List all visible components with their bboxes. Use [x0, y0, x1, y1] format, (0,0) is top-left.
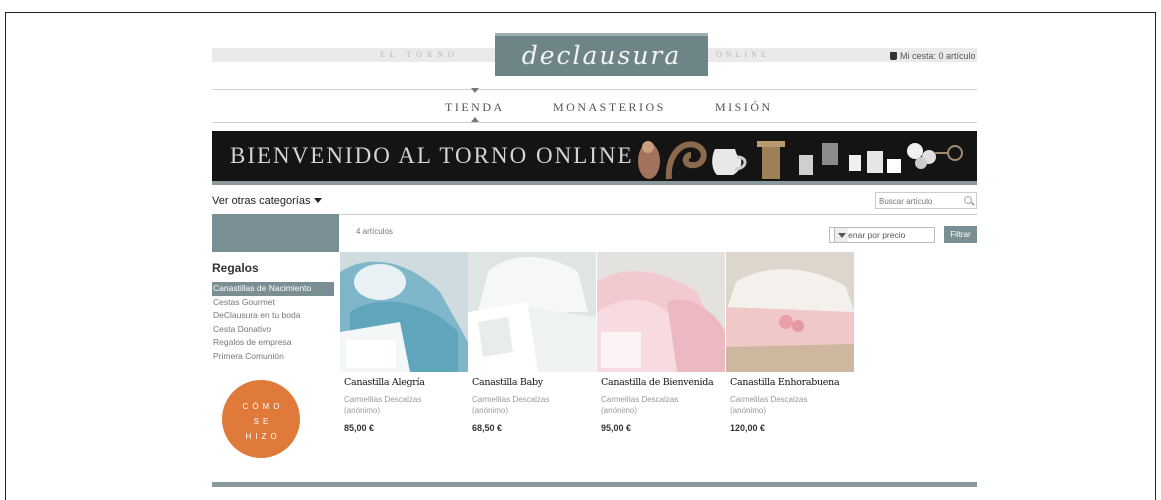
product-name[interactable]: Canastilla Enhorabuena — [730, 377, 840, 388]
product-vendor: Carmelitas Descalzas (anónimo) — [344, 394, 421, 416]
sort-select[interactable]: Ordenar por precio — [829, 227, 935, 243]
product-image[interactable] — [468, 252, 596, 372]
product-name[interactable]: Canastilla Alegría — [344, 377, 425, 388]
product-vendor: Carmelitas Descalzas (anónimo) — [472, 394, 549, 416]
sidebar-category-list: Canastillas de Nacimiento Cestas Gourmet… — [212, 282, 334, 363]
product-vendor-name: Carmelitas Descalzas — [344, 395, 422, 404]
nav-item-mision[interactable]: MISIÓN — [715, 100, 773, 115]
product-author: (anónimo) — [601, 406, 638, 415]
caret-down-icon — [314, 198, 323, 203]
filter-button[interactable]: Filtrar — [944, 226, 977, 243]
search-box[interactable] — [875, 192, 977, 209]
product-price: 68,50 € — [472, 423, 503, 433]
product-author: (anónimo) — [472, 406, 509, 415]
product-name[interactable]: Canastilla Baby — [472, 377, 543, 388]
sidebar-title: Regalos — [212, 261, 259, 275]
product-price: 95,00 € — [601, 423, 632, 433]
nav-item-tienda[interactable]: TIENDA — [445, 100, 505, 115]
list-header-rule — [340, 214, 977, 215]
sidebar-item-canastillas[interactable]: Canastillas de Nacimiento — [212, 282, 334, 296]
product-vendor: Carmelitas Descalzas (anónimo) — [730, 394, 807, 416]
header-tagline-left: EL TORNO — [380, 50, 459, 59]
product-name[interactable]: Canastilla de Bienvenida — [601, 377, 714, 388]
categories-label: Ver otras categorías — [212, 195, 311, 207]
nav-item-monasterios[interactable]: MONASTERIOS — [553, 100, 666, 115]
product-image[interactable] — [340, 252, 468, 372]
sidebar-item-cestas-gourmet[interactable]: Cestas Gourmet — [212, 296, 334, 310]
product-price: 85,00 € — [344, 423, 375, 433]
search-icon[interactable] — [964, 196, 972, 204]
site-logo[interactable]: declausura — [495, 33, 708, 76]
footer-bar — [212, 482, 977, 487]
product-vendor: Carmelitas Descalzas (anónimo) — [601, 394, 678, 416]
nav-bottom-rule — [212, 122, 977, 123]
badge-line-1: CÓMO — [242, 402, 284, 411]
badge-line-2: SE — [253, 417, 273, 426]
shopping-bag-icon — [890, 52, 897, 60]
sidebar-item-regalos-empresa[interactable]: Regalos de empresa — [212, 336, 334, 350]
sidebar-item-cesta-donativo[interactable]: Cesta Donativo — [212, 323, 334, 337]
product-image[interactable] — [726, 252, 854, 372]
product-card[interactable]: Canastilla Enhorabuena Carmelitas Descal… — [726, 252, 854, 433]
product-card[interactable]: Canastilla Alegría Carmelitas Descalzas (… — [340, 252, 468, 433]
badge-line-3: HIZO — [245, 432, 281, 441]
nav-indicator-down-icon — [471, 88, 479, 93]
product-card[interactable]: Canastilla de Bienvenida Carmelitas Desc… — [597, 252, 725, 433]
cart-label: Mi cesta: 0 artículo — [900, 51, 976, 61]
product-author: (anónimo) — [730, 406, 767, 415]
logo-text: declausura — [521, 41, 682, 70]
header-tagline-right: ONLINE — [716, 50, 770, 59]
sidebar-item-boda[interactable]: DeClausura en tu boda — [212, 309, 334, 323]
product-vendor-name: Carmelitas Descalzas — [601, 395, 679, 404]
banner-objects-image — [638, 141, 963, 180]
product-price: 120,00 € — [730, 423, 766, 433]
product-author: (anónimo) — [344, 406, 381, 415]
sidebar-header-box — [212, 214, 339, 252]
banner-title: BIENVENIDO AL TORNO ONLINE — [230, 143, 634, 168]
product-image[interactable] — [597, 252, 725, 372]
banner-underline — [212, 181, 977, 185]
categories-dropdown[interactable]: Ver otras categorías — [212, 195, 323, 207]
select-arrow-icon — [834, 228, 848, 242]
product-vendor-name: Carmelitas Descalzas — [730, 395, 808, 404]
product-vendor-name: Carmelitas Descalzas — [472, 395, 550, 404]
product-card[interactable]: Canastilla Baby Carmelitas Descalzas (anó… — [468, 252, 596, 433]
sidebar-item-primera-comunion[interactable]: Primera Comunión — [212, 350, 334, 364]
nav-top-rule — [212, 89, 977, 90]
welcome-banner: BIENVENIDO AL TORNO ONLINE — [212, 131, 977, 181]
search-input[interactable] — [879, 195, 959, 207]
como-se-hizo-badge[interactable]: CÓMO SE HIZO — [222, 380, 300, 458]
item-count: 4 artículos — [356, 227, 393, 236]
cart-link[interactable]: Mi cesta: 0 artículo — [890, 51, 976, 61]
